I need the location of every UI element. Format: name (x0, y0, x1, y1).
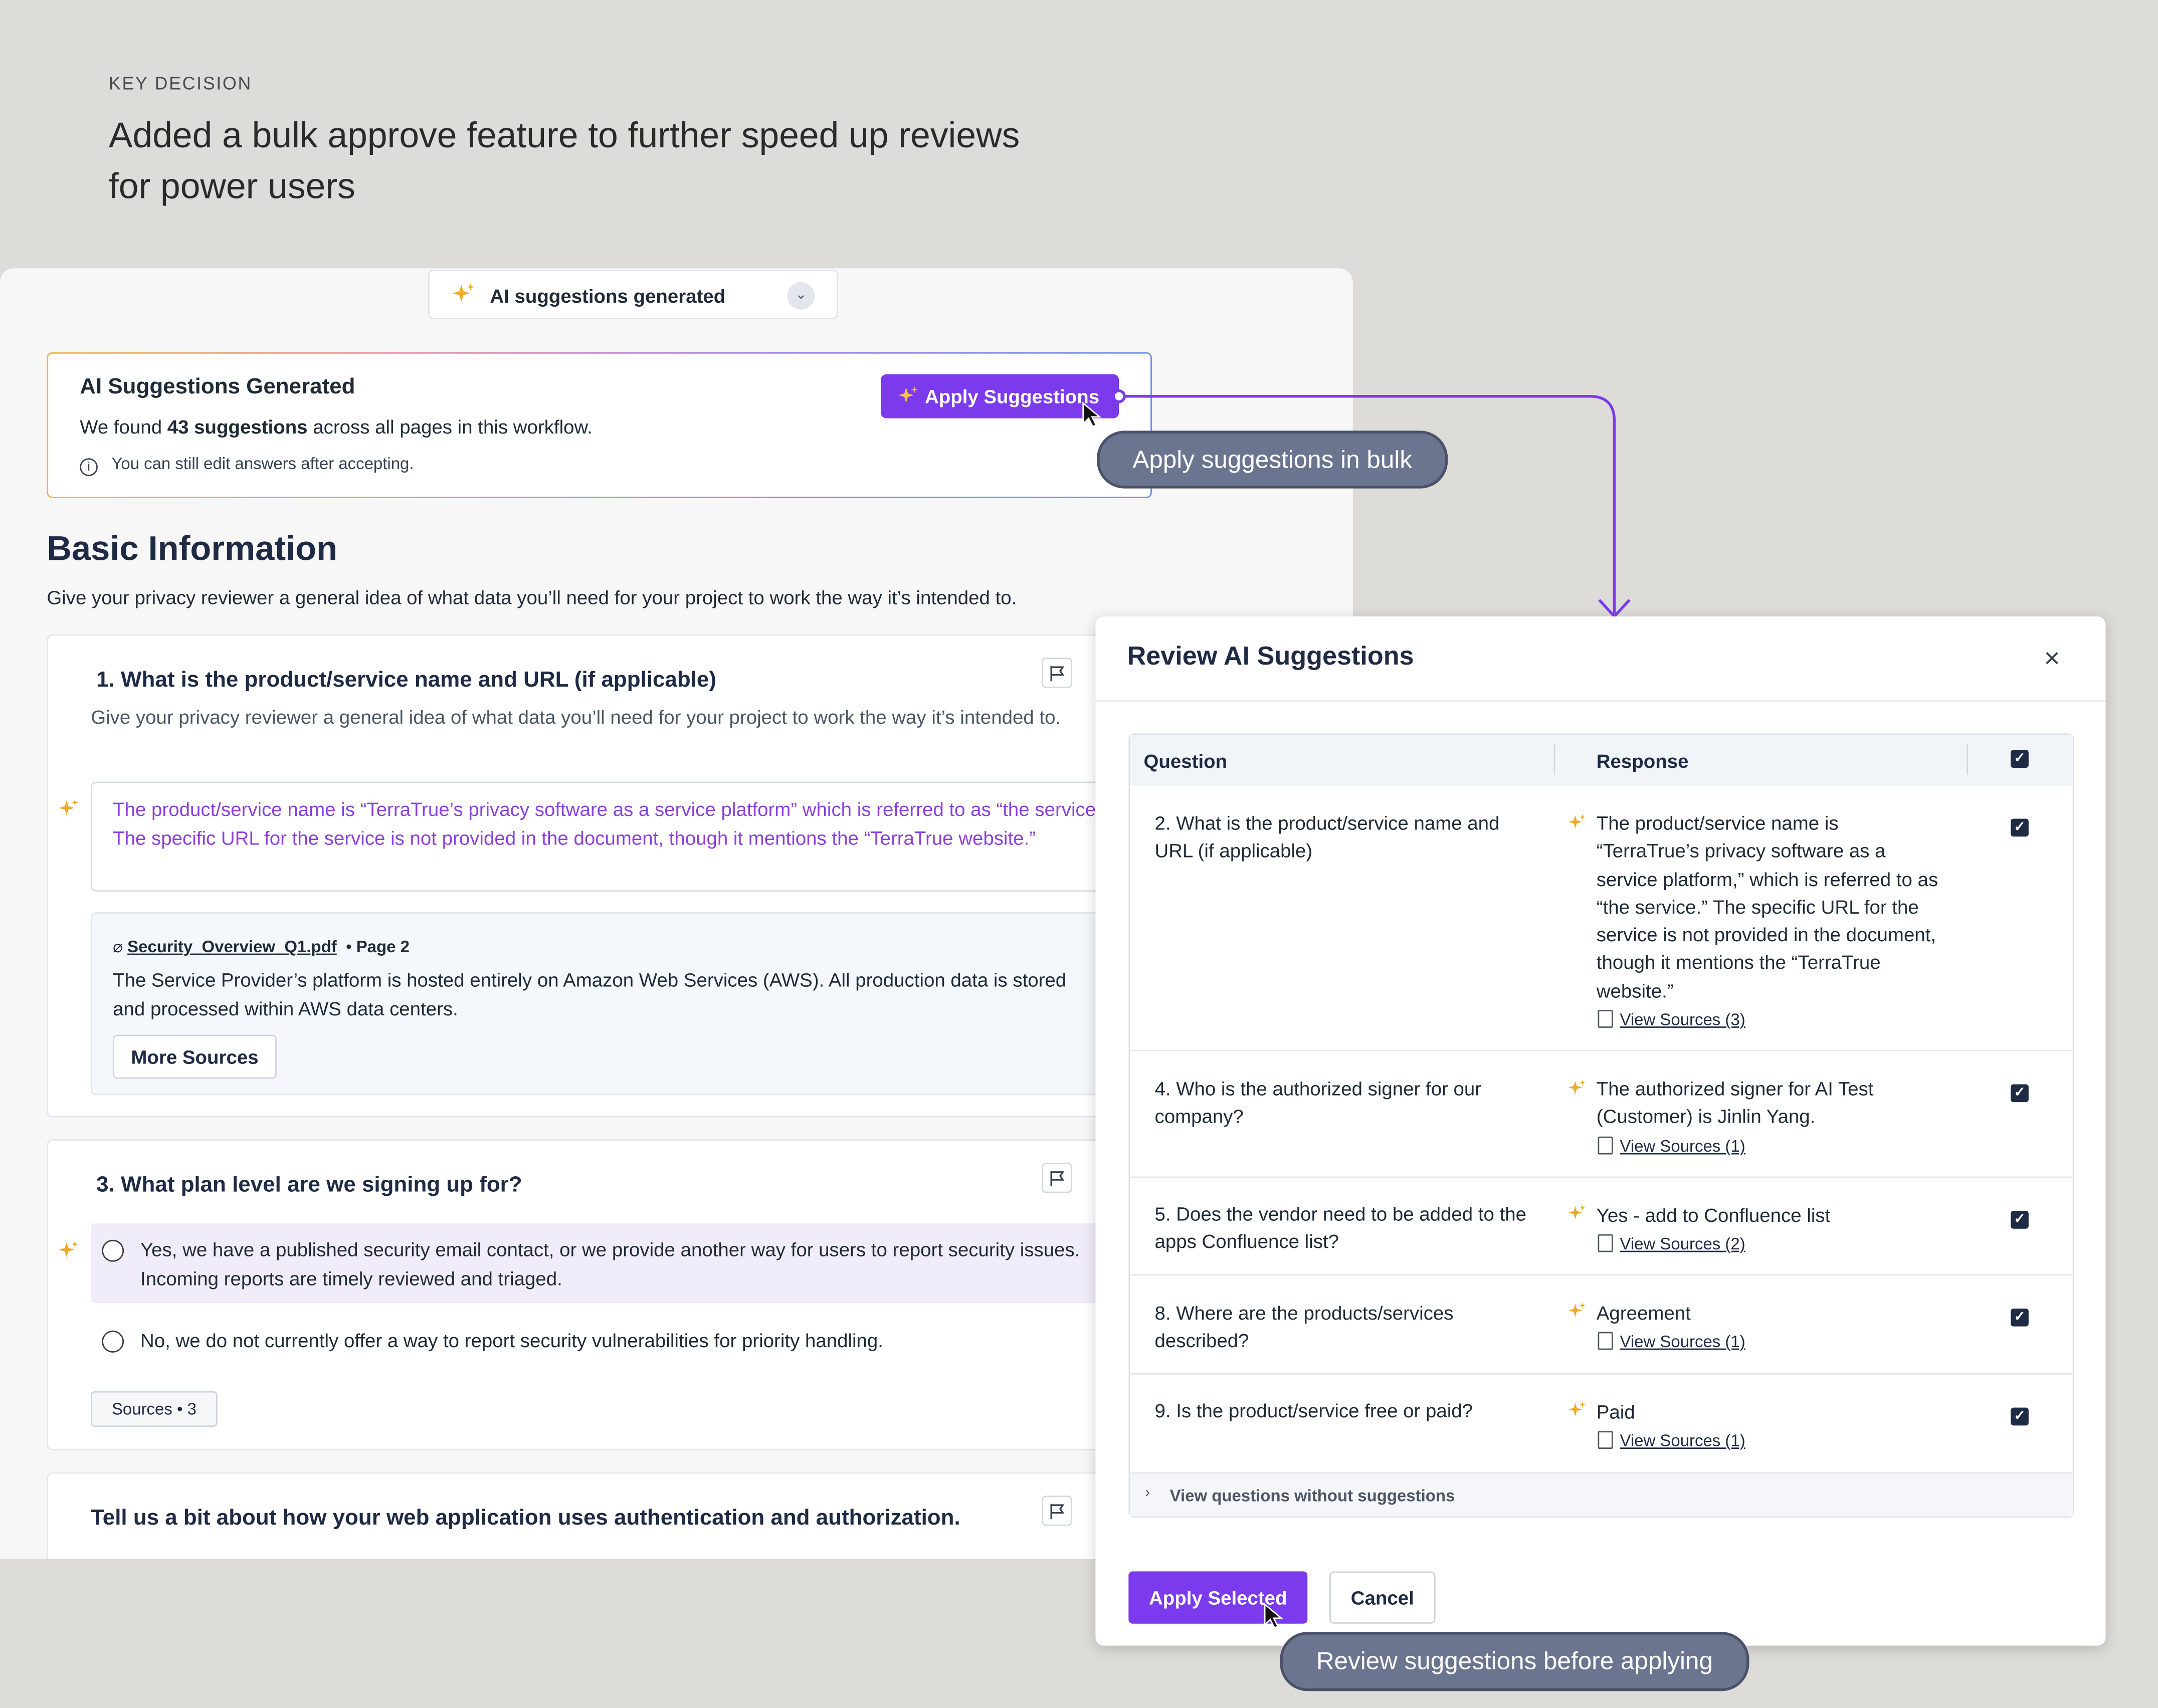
modal-divider (1095, 700, 2106, 702)
sparkle-icon (1568, 814, 1586, 829)
cancel-button[interactable]: Cancel (1329, 1571, 1436, 1624)
document-icon (1598, 1234, 1613, 1252)
row-divider (1130, 1049, 2073, 1051)
column-header-response: Response (1596, 750, 1689, 772)
document-icon (1598, 1431, 1613, 1449)
row-question: 5. Does the vendor need to be added to t… (1154, 1202, 1527, 1253)
row-checkbox[interactable]: ✓ (2011, 1308, 2029, 1327)
sparkle-icon (1568, 1205, 1586, 1220)
row-question: 4. Who is the authorized signer for our … (1154, 1077, 1482, 1128)
row-response: Agreement (1596, 1302, 1691, 1324)
row-checkbox[interactable]: ✓ (2011, 1407, 2029, 1426)
document-icon (1598, 1136, 1613, 1155)
close-icon[interactable]: × (2038, 646, 2066, 673)
sparkle-icon (1568, 1303, 1586, 1317)
view-sources-link[interactable]: View Sources (1) (1598, 1136, 1745, 1156)
sparkle-icon (1568, 1401, 1586, 1416)
row-divider (1130, 1176, 2073, 1178)
row-checkbox[interactable]: ✓ (2011, 1084, 2029, 1103)
column-divider (1967, 744, 1969, 775)
row-divider (1130, 1373, 2073, 1375)
row-response: The product/service name is “TerraTrue’s… (1596, 811, 1938, 1002)
sparkle-icon (1568, 1080, 1586, 1095)
row-response: Yes - add to Confluence list (1596, 1204, 1831, 1226)
callout-review: Review suggestions before applying (1280, 1632, 1749, 1691)
row-divider (1130, 1274, 2073, 1276)
cursor-icon (1082, 401, 1102, 428)
row-checkbox[interactable]: ✓ (2011, 818, 2029, 837)
view-sources-link[interactable]: View Sources (3) (1598, 1010, 1745, 1029)
row-checkbox[interactable]: ✓ (2011, 1211, 2029, 1229)
questions-without-suggestions-toggle[interactable]: › View questions without suggestions (1130, 1472, 2073, 1517)
column-header-question: Question (1143, 750, 1228, 772)
callout-bulk: Apply suggestions in bulk (1097, 431, 1448, 489)
modal-title: Review AI Suggestions (1127, 643, 1414, 672)
document-icon (1598, 1010, 1613, 1028)
chevron-right-icon: › (1145, 1484, 1150, 1502)
view-sources-link[interactable]: View Sources (2) (1598, 1234, 1745, 1253)
document-icon (1598, 1332, 1613, 1350)
row-response: Paid (1596, 1400, 1635, 1423)
row-question: 8. Where are the products/services descr… (1154, 1302, 1454, 1352)
cursor-icon (1264, 1603, 1283, 1629)
row-question: 9. Is the product/service free or paid? (1154, 1399, 1473, 1422)
row-response: The authorized signer for AI Test (Custo… (1596, 1077, 1874, 1128)
row-question: 2. What is the product/service name and … (1154, 811, 1500, 862)
view-sources-link[interactable]: View Sources (1) (1598, 1332, 1745, 1351)
view-sources-link[interactable]: View Sources (1) (1598, 1431, 1745, 1450)
column-divider (1553, 744, 1555, 775)
select-all-checkbox[interactable]: ✓ (2011, 750, 2029, 768)
